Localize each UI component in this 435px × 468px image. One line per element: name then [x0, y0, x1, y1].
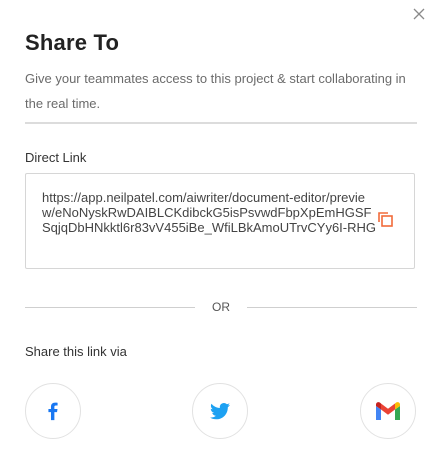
twitter-icon	[209, 403, 230, 420]
separator-line-right	[247, 307, 417, 308]
facebook-icon	[48, 402, 58, 421]
or-separator: OR	[25, 300, 417, 316]
dialog-subtitle: Give your teammates access to this proje…	[25, 71, 406, 111]
copy-icon	[378, 212, 393, 227]
close-icon	[413, 8, 425, 20]
direct-link-label: Direct Link	[25, 150, 87, 165]
direct-link-url[interactable]: https://app.neilpatel.com/aiwriter/docum…	[42, 190, 377, 235]
copy-button[interactable]	[376, 210, 394, 228]
close-button[interactable]	[411, 6, 427, 22]
share-via-label: Share this link via	[25, 344, 127, 359]
share-facebook-button[interactable]	[25, 383, 81, 439]
direct-link-box[interactable]: https://app.neilpatel.com/aiwriter/docum…	[25, 173, 415, 269]
dialog-title: Share To	[25, 30, 120, 55]
share-twitter-button[interactable]	[192, 383, 248, 439]
divider	[25, 122, 417, 124]
share-gmail-button[interactable]	[360, 383, 416, 439]
gmail-icon	[376, 402, 400, 420]
